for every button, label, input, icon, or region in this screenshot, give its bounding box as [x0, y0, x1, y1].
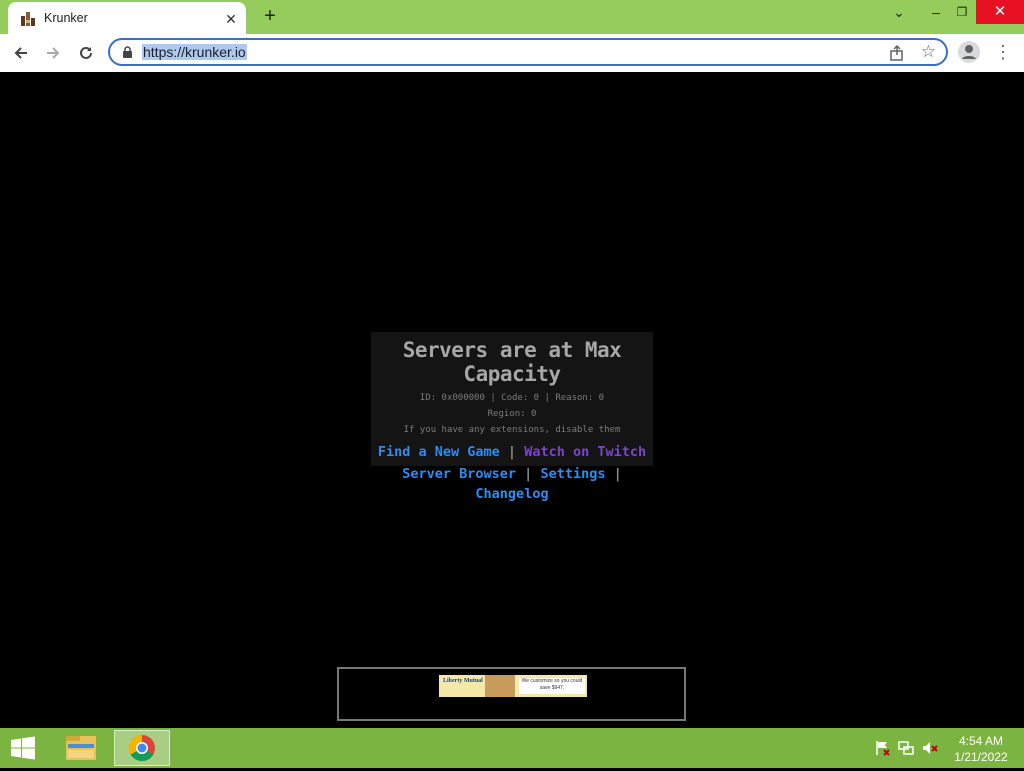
- action-links-row-1: Find a New Game | Watch on Twitch: [371, 442, 653, 462]
- browser-tab-strip: Krunker ✕ + ⌄ – ❐ ✕: [0, 0, 1024, 34]
- error-heading: Servers are at Max Capacity: [402, 338, 622, 386]
- window-close-button[interactable]: ✕: [976, 0, 1024, 24]
- windows-start-icon[interactable]: [8, 736, 38, 760]
- reload-icon: [80, 46, 92, 59]
- link-separator: |: [524, 466, 533, 482]
- windows-taskbar: 4:54 AM 1/21/2022: [0, 728, 1024, 768]
- error-info-line: ID: 0x000000 | Code: 0 | Reason: 0: [419, 393, 605, 403]
- changelog-link[interactable]: Changelog: [475, 486, 548, 502]
- action-center-flag-icon[interactable]: [874, 740, 890, 756]
- settings-link[interactable]: Settings: [540, 466, 605, 482]
- system-clock[interactable]: 4:54 AM 1/21/2022: [948, 733, 1014, 765]
- reload-button[interactable]: [73, 40, 99, 66]
- restore-button[interactable]: ❐: [950, 0, 974, 24]
- link-separator: |: [613, 466, 622, 482]
- tab-title: Krunker: [44, 11, 88, 25]
- ad-brand-logo: Liberty Mutual: [443, 678, 483, 684]
- ad-container: Liberty Mutual We customize so you could…: [337, 667, 686, 721]
- tab-krunker[interactable]: Krunker ✕: [8, 2, 246, 34]
- watch-on-twitch-link[interactable]: Watch on Twitch: [524, 444, 646, 460]
- link-separator: |: [507, 444, 517, 460]
- ad-tagline: We customize so you could save $947.: [519, 678, 585, 694]
- region-line: Region: 0: [487, 409, 537, 419]
- game-viewport[interactable]: Servers are at Max Capacity ID: 0x000000…: [0, 72, 1024, 728]
- share-icon[interactable]: [888, 44, 906, 62]
- forward-button[interactable]: [40, 40, 66, 66]
- tab-close-button[interactable]: ✕: [222, 10, 240, 28]
- back-arrow-icon: [14, 47, 27, 59]
- address-bar[interactable]: https://krunker.io ☆: [108, 38, 948, 66]
- network-icon[interactable]: [898, 740, 914, 756]
- action-links-row-2: Server Browser | Settings | Changelog: [371, 464, 653, 504]
- ad-photo: [485, 675, 515, 697]
- volume-muted-icon[interactable]: [922, 740, 938, 756]
- clock-date: 1/21/2022: [954, 750, 1008, 764]
- back-button[interactable]: [8, 40, 34, 66]
- avatar: [962, 45, 976, 59]
- profile-icon[interactable]: [958, 41, 980, 63]
- lock-icon[interactable]: [122, 46, 133, 58]
- server-browser-link[interactable]: Server Browser: [402, 466, 516, 482]
- ad-banner[interactable]: Liberty Mutual We customize so you could…: [439, 675, 587, 697]
- minimize-button[interactable]: –: [920, 0, 952, 24]
- find-new-game-link[interactable]: Find a New Game: [378, 444, 500, 460]
- new-tab-button[interactable]: +: [258, 6, 282, 28]
- file-explorer-icon[interactable]: [54, 730, 110, 766]
- star-icon[interactable]: ☆: [921, 42, 936, 62]
- chrome-icon[interactable]: [114, 730, 170, 766]
- krunker-favicon: [21, 12, 35, 26]
- clock-time: 4:54 AM: [958, 734, 1004, 748]
- forward-arrow-icon: [47, 47, 60, 59]
- capacity-error-panel: Servers are at Max Capacity ID: 0x000000…: [371, 332, 653, 502]
- extensions-notice: If you have any extensions, disable them: [403, 425, 621, 435]
- url-text[interactable]: https://krunker.io: [142, 44, 247, 60]
- tab-search-button[interactable]: ⌄: [886, 0, 912, 24]
- kebab-menu-icon[interactable]: ⋮: [994, 40, 1012, 64]
- browser-toolbar: https://krunker.io ☆ ⋮: [0, 34, 1024, 73]
